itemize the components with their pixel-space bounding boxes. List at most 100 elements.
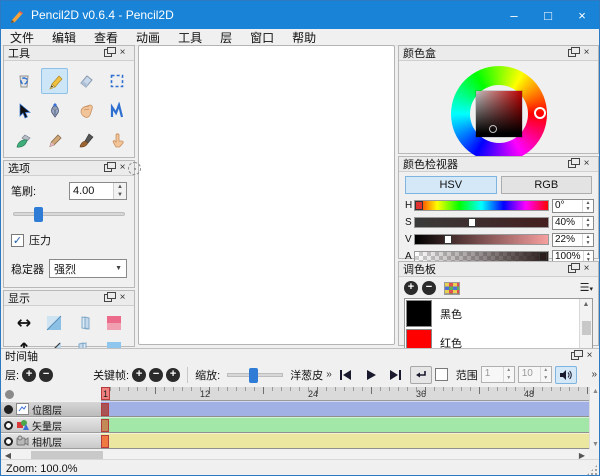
timeline-zoom-slider[interactable] — [227, 373, 283, 377]
mirror-horizontal-button[interactable] — [10, 311, 37, 334]
saturation-handle[interactable] — [468, 218, 476, 227]
alpha-handle[interactable] — [539, 252, 547, 261]
vector-track[interactable] — [101, 417, 589, 433]
timeline-float-button[interactable] — [567, 350, 582, 363]
tools-close-button[interactable]: × — [115, 47, 130, 60]
range-checkbox[interactable] — [435, 368, 448, 381]
camera-track[interactable] — [101, 433, 589, 449]
brush-size-spinbox[interactable]: 4.00 ▲▼ — [69, 182, 127, 200]
eyedropper-tool-button[interactable] — [41, 128, 68, 154]
value-handle[interactable] — [444, 235, 452, 244]
spin-arrows[interactable]: ▲▼ — [582, 217, 593, 229]
frame-ruler[interactable]: 1 12 24 36 48 — [101, 387, 589, 401]
loop-button[interactable] — [410, 366, 432, 384]
timeline-zoom-handle[interactable] — [249, 368, 258, 383]
menu-tools[interactable]: 工具 — [169, 29, 211, 45]
timeline-close-button[interactable]: × — [582, 350, 597, 363]
spin-arrows[interactable]: ▲▼ — [582, 200, 593, 212]
stabilizer-dropdown[interactable]: 强烈 ▼ — [49, 259, 127, 278]
next-frame-button[interactable] — [385, 366, 407, 384]
hue-selector[interactable] — [534, 107, 546, 119]
select-tool-button[interactable] — [103, 68, 130, 94]
onion-prev-button[interactable] — [70, 311, 97, 334]
brush-slider-handle[interactable] — [34, 207, 43, 222]
add-keyframe-button[interactable]: + — [132, 368, 146, 382]
palette-menu-button[interactable]: ☰▾ — [580, 283, 593, 294]
menu-animation[interactable]: 动画 — [127, 29, 169, 45]
hue-slider[interactable] — [414, 200, 549, 211]
hscroll-thumb[interactable] — [31, 451, 103, 459]
remove-keyframe-button[interactable]: − — [149, 368, 163, 382]
minimize-button[interactable]: – — [497, 1, 531, 29]
palette-item-black[interactable]: 黑色 — [405, 299, 592, 328]
current-frame-marker[interactable]: 1 — [101, 387, 110, 400]
move-tool-button[interactable] — [10, 98, 37, 124]
spin-arrows[interactable]: ▲▼ — [582, 234, 593, 246]
saturation-value-square[interactable] — [476, 91, 522, 137]
tools-float-button[interactable] — [100, 47, 115, 60]
range-end-spinbox[interactable]: 10▲▼ — [518, 366, 552, 383]
resize-grip[interactable] — [587, 465, 597, 475]
sound-button[interactable] — [555, 366, 577, 384]
options-float-button[interactable] — [100, 162, 115, 175]
remove-layer-button[interactable]: − — [39, 368, 53, 382]
drawing-canvas[interactable] — [138, 45, 395, 345]
tab-hsv[interactable]: HSV — [405, 176, 497, 194]
toolbar-overflow-icon[interactable]: » — [591, 369, 597, 380]
spin-arrows[interactable]: ▲▼ — [540, 367, 551, 382]
brush-tool-button[interactable] — [72, 128, 99, 154]
menu-help[interactable]: 帮助 — [283, 29, 325, 45]
tab-rgb[interactable]: RGB — [501, 176, 593, 194]
inspector-float-button[interactable] — [564, 158, 579, 171]
onion-overflow-icon[interactable]: » — [326, 369, 332, 380]
add-layer-button[interactable]: + — [22, 368, 36, 382]
menu-window[interactable]: 窗口 — [241, 29, 283, 45]
sv-selector[interactable] — [489, 125, 497, 133]
duplicate-keyframe-button[interactable]: + — [166, 368, 180, 382]
camera-visibility-dot[interactable] — [4, 437, 13, 446]
layer-row-vector[interactable]: 矢量层 — [1, 417, 101, 433]
hand-tool-button[interactable] — [72, 98, 99, 124]
value-spinbox[interactable]: 22%▲▼ — [552, 233, 594, 247]
camera-keyframe-1[interactable] — [101, 435, 109, 448]
timeline-vertical-scrollbar[interactable]: ▲ ▼ — [589, 387, 600, 449]
inspector-close-button[interactable]: × — [579, 158, 594, 171]
palette-scroll-thumb[interactable] — [582, 321, 591, 335]
menu-edit[interactable]: 编辑 — [43, 29, 85, 45]
colorbox-close-button[interactable]: × — [579, 47, 594, 60]
hue-spinbox[interactable]: 0°▲▼ — [552, 199, 594, 213]
play-button[interactable] — [360, 366, 382, 384]
bucket-tool-button[interactable] — [10, 128, 37, 154]
value-slider[interactable] — [414, 234, 549, 245]
vector-keyframe-1[interactable] — [101, 419, 109, 432]
invisible-lines-button[interactable] — [40, 311, 67, 334]
saturation-spinbox[interactable]: 40%▲▼ — [552, 216, 594, 230]
bitmap-track[interactable] — [101, 401, 589, 417]
smudge-tool-button[interactable] — [103, 128, 130, 154]
palette-close-button[interactable]: × — [579, 263, 594, 276]
eraser-tool-button[interactable] — [72, 68, 99, 94]
bitmap-keyframe-1[interactable] — [101, 403, 109, 416]
display-close-button[interactable]: × — [115, 292, 130, 305]
layer-row-bitmap[interactable]: 位图层 — [1, 401, 101, 417]
menu-view[interactable]: 查看 — [85, 29, 127, 45]
onion-red-tint-button[interactable] — [100, 311, 127, 334]
display-float-button[interactable] — [100, 292, 115, 305]
bitmap-visibility-dot[interactable] — [4, 405, 13, 414]
pen-tool-button[interactable] — [41, 98, 68, 124]
swatch-view-button[interactable] — [444, 282, 460, 295]
spin-arrows[interactable]: ▲▼ — [503, 367, 514, 382]
prev-frame-button[interactable] — [335, 366, 357, 384]
spin-arrows[interactable]: ▲▼ — [113, 183, 126, 199]
add-color-button[interactable]: + — [404, 281, 418, 295]
black-swatch[interactable] — [406, 300, 432, 327]
palette-float-button[interactable] — [564, 263, 579, 276]
menu-layer[interactable]: 层 — [211, 29, 241, 45]
color-wheel[interactable] — [451, 66, 547, 162]
menu-file[interactable]: 文件 — [1, 29, 43, 45]
clear-tool-button[interactable] — [10, 68, 37, 94]
saturation-slider[interactable] — [414, 217, 549, 228]
pencil-tool-button[interactable] — [41, 68, 68, 94]
colorbox-float-button[interactable] — [564, 47, 579, 60]
brush-size-slider[interactable] — [13, 212, 125, 216]
